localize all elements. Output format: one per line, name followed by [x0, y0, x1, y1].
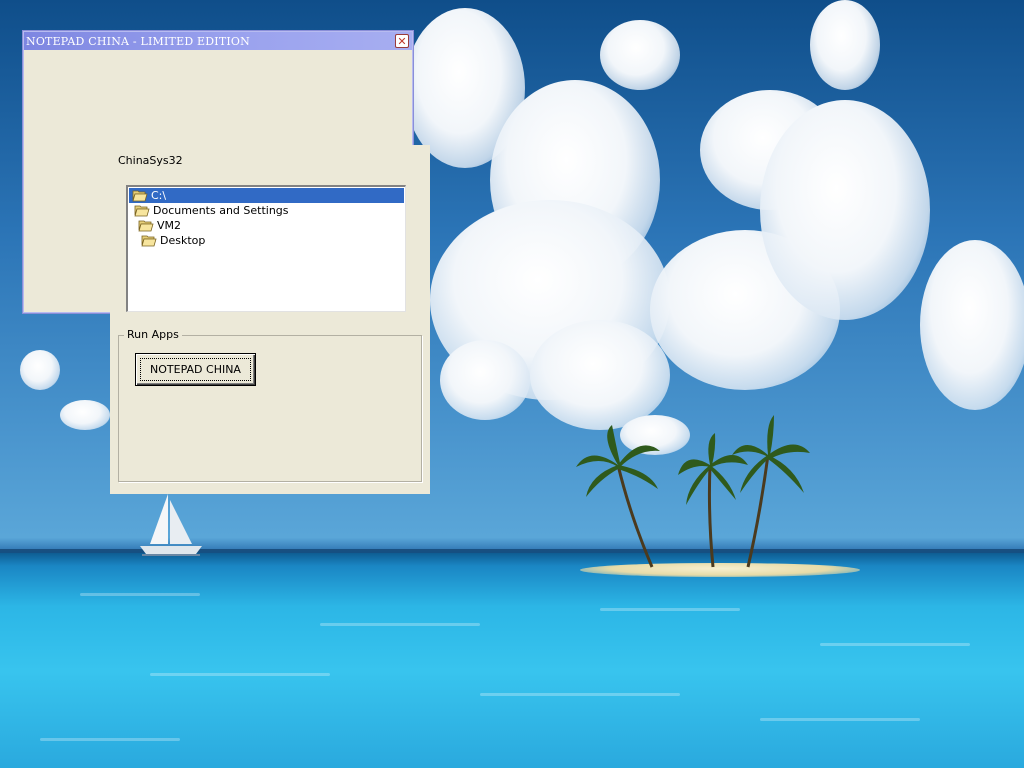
- group-label: Run Apps: [124, 328, 182, 341]
- tree-item-label: Desktop: [160, 233, 206, 247]
- sailboat: [140, 494, 202, 556]
- cloud: [20, 350, 60, 390]
- window-title: NOTEPAD CHINA - LIMITED EDITION: [26, 34, 250, 48]
- chinasys32-panel: ChinaSys32 C:\ Documents and Settings VM…: [110, 145, 430, 494]
- folder-open-icon: [138, 220, 154, 232]
- close-icon: ✕: [397, 34, 407, 48]
- tree-item-vm2[interactable]: VM2: [129, 218, 404, 233]
- folder-open-icon: [134, 205, 150, 217]
- tree-item-label: C:\: [149, 188, 169, 203]
- palm-trees: [576, 415, 810, 568]
- cloud: [440, 340, 530, 420]
- run-apps-group: Run Apps NOTEPAD CHINA: [118, 328, 422, 482]
- cloud: [600, 20, 680, 90]
- cloud: [760, 100, 930, 320]
- focus-rect: [140, 358, 251, 381]
- tree-item-documents-and-settings[interactable]: Documents and Settings: [129, 203, 404, 218]
- sea: [0, 553, 1024, 768]
- folder-open-icon: [141, 235, 157, 247]
- tree-item-c-drive[interactable]: C:\: [129, 188, 404, 203]
- close-button[interactable]: ✕: [395, 34, 409, 48]
- notepad-china-button[interactable]: NOTEPAD CHINA: [135, 353, 256, 386]
- folder-tree[interactable]: C:\ Documents and Settings VM2 Desktop: [126, 185, 406, 312]
- cloud: [810, 0, 880, 90]
- tree-item-label: VM2: [157, 218, 182, 232]
- tree-item-desktop[interactable]: Desktop: [129, 233, 404, 248]
- tree-item-label: Documents and Settings: [153, 203, 289, 217]
- window-titlebar[interactable]: NOTEPAD CHINA - LIMITED EDITION ✕: [24, 32, 412, 50]
- panel-title: ChinaSys32: [118, 154, 183, 167]
- cloud: [60, 400, 110, 430]
- folder-open-icon: [132, 190, 148, 202]
- cloud: [920, 240, 1024, 410]
